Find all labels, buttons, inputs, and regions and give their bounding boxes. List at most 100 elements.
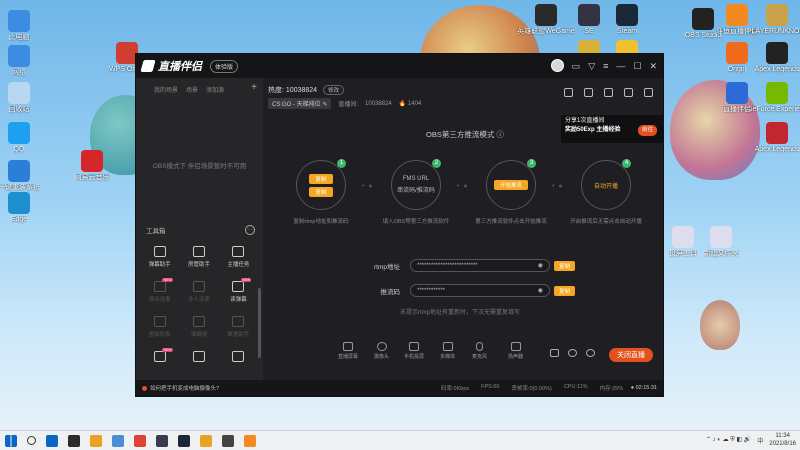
step-fill: 2 FMS URL 串流码/推流码 bbox=[391, 159, 441, 210]
elapsed-time: ● 02:15:31 bbox=[630, 385, 657, 391]
more-icon[interactable]: ··· bbox=[245, 225, 255, 235]
toolbox-item[interactable]: 弹幕墙 bbox=[179, 316, 218, 338]
tab-my-scenes[interactable]: 我的场景 bbox=[154, 85, 178, 94]
auto-start-text: 自动开播 bbox=[593, 183, 618, 190]
step-number: 4 bbox=[622, 159, 631, 168]
tab-scenes[interactable]: 场景 bbox=[186, 85, 198, 94]
desktop-icon[interactable]: Apex Legends bbox=[754, 122, 800, 154]
tray-icons[interactable]: ⌃ ♪ ◐ ☁ ⛨ ◧ 🔊 bbox=[706, 436, 751, 444]
taskbar-app-icon[interactable] bbox=[134, 434, 146, 447]
taskbar-app-icon[interactable] bbox=[112, 434, 124, 447]
toolbox-item[interactable]: NEW 读弹幕 bbox=[219, 278, 258, 303]
desktop-icon-label: 回收站 bbox=[8, 106, 30, 113]
desktop-icon[interactable]: 回收站 bbox=[0, 82, 42, 114]
desktop-icon[interactable]: 网络 bbox=[0, 45, 42, 77]
taskbar-app-icon[interactable] bbox=[200, 434, 212, 447]
toolbox-item[interactable]: NEW bbox=[140, 348, 179, 365]
search-icon[interactable] bbox=[27, 436, 36, 445]
taskbar-app-icon[interactable] bbox=[178, 434, 190, 447]
desktop-icon[interactable]: 新建文件夹 bbox=[698, 226, 744, 258]
desktop-icon[interactable]: GeForce Experience bbox=[747, 82, 800, 114]
step-copy-button[interactable]: 复制 bbox=[309, 173, 333, 184]
tab-add-source[interactable]: 添加源 bbox=[206, 85, 224, 94]
share-icon[interactable] bbox=[644, 88, 653, 97]
scene-tabs: 我的场景 场景 添加源 bbox=[136, 78, 263, 94]
game-category[interactable]: CS:GO - 天梯排位 ✎ bbox=[268, 98, 332, 109]
desktop-icon[interactable]: Steam bbox=[604, 4, 650, 36]
tool-icon bbox=[153, 246, 166, 257]
close-icon[interactable]: ✕ bbox=[649, 60, 657, 72]
toolbox-item[interactable]: 虚拟形象 bbox=[140, 316, 179, 338]
mic-button[interactable]: 麦克风 bbox=[472, 342, 487, 360]
taskbar-app-icon[interactable] bbox=[244, 434, 256, 447]
save-icon[interactable] bbox=[604, 88, 613, 97]
toolbox-item[interactable] bbox=[179, 351, 218, 365]
desktop-icon-label: QQ bbox=[13, 146, 25, 153]
desktop-icon[interactable]: 一键重装系统 bbox=[0, 160, 42, 192]
version-pill[interactable]: 体验版 bbox=[210, 59, 239, 73]
add-icon[interactable]: + bbox=[251, 82, 257, 93]
desktop-icon[interactable]: 此电脑 bbox=[0, 10, 42, 42]
close-live-button[interactable]: 关闭直播 bbox=[609, 348, 653, 362]
lang-indicator[interactable]: 中 bbox=[757, 436, 763, 445]
toolbox-item[interactable]: 房管助手 bbox=[179, 246, 218, 268]
stream-key-field[interactable]: ************ ◉ bbox=[410, 284, 550, 297]
record-icon[interactable] bbox=[550, 349, 559, 357]
toolbox-item[interactable]: 主播任务 bbox=[219, 246, 258, 268]
scrollbar[interactable] bbox=[258, 288, 261, 358]
promo-go-button[interactable]: 前往 bbox=[637, 125, 657, 136]
desktop-icon[interactable]: 英雄联盟WeGame bbox=[517, 4, 575, 36]
toolbox-item[interactable]: NEW 观众连麦 bbox=[140, 278, 179, 303]
avatar[interactable] bbox=[550, 59, 564, 72]
start-push-button[interactable]: 开始推流 bbox=[493, 180, 528, 190]
desktop-icon[interactable]: QQ bbox=[0, 122, 42, 154]
desktop-icon-label: Edge bbox=[10, 216, 28, 223]
rtmp-field[interactable]: ************************** ◉ bbox=[410, 259, 550, 272]
gift-icon[interactable] bbox=[564, 88, 573, 97]
eye-icon[interactable]: ◉ bbox=[538, 287, 543, 294]
copy-key-button[interactable]: 复制 bbox=[554, 285, 576, 296]
edit-button[interactable]: 修改 bbox=[323, 85, 345, 95]
status-tip[interactable]: 如何把手机变成电脑摄像头? bbox=[142, 384, 219, 392]
shirt-icon[interactable]: ▽ bbox=[588, 60, 595, 72]
taskbar-app-icon[interactable] bbox=[90, 434, 102, 447]
media-button[interactable]: 多媒体 bbox=[440, 342, 455, 360]
desktop-icon[interactable]: 直播伴侣 bbox=[714, 82, 760, 114]
start-icon[interactable] bbox=[5, 434, 17, 447]
clock[interactable]: 11:34 2021/8/16 bbox=[769, 432, 796, 448]
menu-icon[interactable]: ≡ bbox=[603, 60, 608, 72]
taskbar-app-icon[interactable] bbox=[156, 434, 168, 447]
desktop-icon[interactable]: Edge bbox=[0, 192, 42, 224]
tool-label: 房管助手 bbox=[187, 262, 210, 268]
toolbox-item[interactable]: 弹幕助手 bbox=[140, 246, 179, 268]
stream-meta: CS:GO - 天梯排位 ✎ 直播间: 10038824 🔥 1404 bbox=[268, 98, 421, 109]
eye-icon[interactable]: ◉ bbox=[538, 262, 543, 269]
phone-cast-button[interactable]: 手机投屏 bbox=[404, 342, 424, 360]
screen-share-button[interactable]: 直播屏幕 bbox=[338, 342, 358, 360]
minimize-icon[interactable]: — bbox=[616, 60, 625, 72]
logo-icon bbox=[140, 60, 156, 72]
promo-banner[interactable]: 分享1次直播间 奖励50Exp 主播经验 前往 bbox=[561, 115, 663, 143]
lock-icon[interactable] bbox=[584, 88, 593, 97]
camera-button[interactable]: 摄像头 bbox=[374, 342, 389, 360]
taskbar-app-icon[interactable] bbox=[46, 434, 58, 447]
screen-icon[interactable]: ▭ bbox=[572, 60, 581, 72]
bell-icon[interactable] bbox=[624, 88, 633, 97]
toolbox-item[interactable]: 数据助手 bbox=[219, 316, 258, 338]
taskbar-app-icon[interactable] bbox=[222, 434, 234, 447]
desktop-icon[interactable]: Apex Legends bbox=[754, 42, 800, 74]
maximize-icon[interactable]: ☐ bbox=[633, 60, 641, 72]
settings-icon[interactable] bbox=[586, 349, 595, 357]
taskbar-app-icon[interactable] bbox=[68, 434, 80, 447]
desktop-icon[interactable]: 网易云音乐 bbox=[69, 150, 115, 182]
step-copy-button-2[interactable]: 复制 bbox=[309, 186, 333, 197]
desktop-icon[interactable]: PLAYERUNKNOWN'S BATTLEGROUNDS bbox=[747, 4, 800, 36]
toolbox-item[interactable] bbox=[219, 351, 258, 365]
stat-memory: 内存:25% bbox=[599, 386, 624, 392]
copy-rtmp-button[interactable]: 复制 bbox=[554, 260, 576, 271]
desktop-icon-label: Origin bbox=[727, 66, 747, 73]
toolbox-item[interactable]: 多人连麦 bbox=[179, 281, 218, 303]
speaker-button[interactable]: 扬声器 bbox=[508, 342, 523, 360]
tool-label: 数据助手 bbox=[227, 332, 250, 338]
preview-icon[interactable] bbox=[568, 349, 577, 357]
